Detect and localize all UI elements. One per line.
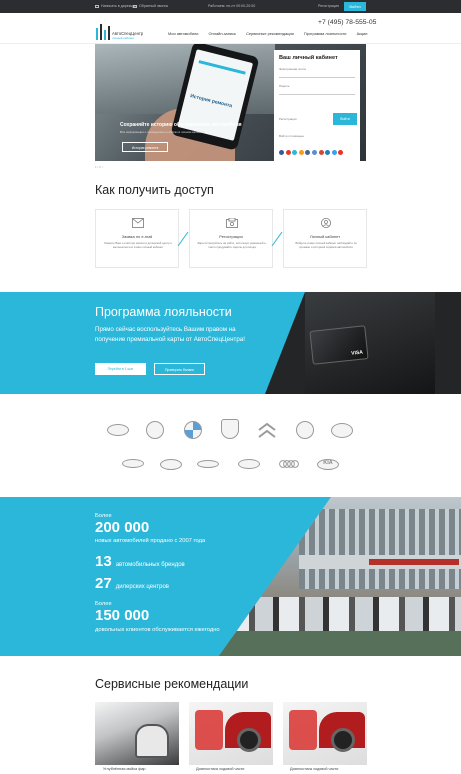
social-login-icons	[279, 142, 345, 160]
login-panel-title: Ваш личный кабинет	[279, 55, 338, 61]
social-login-icon[interactable]	[305, 150, 311, 155]
register-link[interactable]: Регистрация	[318, 4, 339, 8]
dealer-center-photo	[219, 497, 461, 656]
slider-pagination[interactable]: 1 / 3 >	[95, 165, 103, 169]
stat-sold-number: 200 000	[95, 519, 150, 536]
access-card-email: Заявка по e-mail Укажите Ваш e-mail при …	[95, 209, 179, 268]
header-phone[interactable]: +7 (495) 78-555-05	[318, 19, 376, 26]
nav-loyalty[interactable]: Программа лояльности	[304, 31, 347, 36]
registration-icon	[226, 218, 238, 228]
recommendation-image[interactable]	[95, 702, 179, 765]
recommendation-image[interactable]	[189, 702, 273, 765]
social-login-icon[interactable]	[279, 150, 284, 155]
social-login-icon[interactable]	[311, 150, 317, 155]
login-button[interactable]: Войти	[344, 2, 366, 11]
bmw-icon[interactable]	[181, 421, 205, 441]
skoda-icon[interactable]	[293, 421, 317, 441]
recommendation-title[interactable]: Углублённая мойка фар	[103, 767, 146, 771]
nav-service-recommendations[interactable]: Сервисные рекомендации	[246, 31, 294, 36]
loyalty-primary-button[interactable]: Перейти в 1 шаг	[95, 363, 146, 375]
stat-dealers: 27 дилерских центров	[95, 575, 169, 592]
social-login-icon[interactable]	[318, 150, 324, 155]
stat-clients-label: довольных клиентов обслуживается ежегодн…	[95, 627, 220, 633]
volkswagen-icon[interactable]	[143, 421, 167, 441]
social-login-icon[interactable]	[331, 150, 337, 155]
loyalty-section: VISA Программа лояльности Прямо сейчас в…	[0, 292, 461, 394]
recommendation-image[interactable]	[283, 702, 367, 765]
social-login-icon[interactable]	[338, 150, 344, 155]
porsche-icon[interactable]	[218, 419, 242, 439]
social-login-icon[interactable]	[325, 150, 331, 155]
loyalty-text: Прямо сейчас воспользуйтесь Вашим правом…	[95, 326, 245, 343]
cabinet-login-button[interactable]: Войти	[333, 113, 357, 125]
recommendation-title[interactable]: Диагностика ходовой части	[290, 767, 338, 771]
access-card-registration: Регистрация Зарегистрируйтесь на сайте, …	[189, 209, 273, 268]
hero-button[interactable]: История ремонта	[122, 142, 168, 152]
social-login-icon[interactable]	[298, 150, 304, 155]
main-nav: Мои автомобили Онлайн-запись Сервисные р…	[168, 31, 376, 36]
nav-offers[interactable]: Акции	[357, 31, 368, 36]
email-field[interactable]	[279, 71, 355, 78]
stats-section: Более 200 000 новых автомобилей продано …	[0, 497, 461, 656]
site-header: АвтоСпецЦентр личный кабинет +7 (495) 78…	[0, 13, 461, 44]
recommendations-title: Сервисные рекомендации	[95, 677, 249, 691]
top-bar: Написать в дирекцию Обратный звонок Рабо…	[0, 0, 461, 13]
work-time: Работаем: пн-пт 09:00-20:00	[208, 4, 256, 8]
access-card-cabinet: Личный кабинет Войдите в ваш личный каби…	[283, 209, 367, 268]
social-login-icon[interactable]	[285, 150, 291, 155]
mail-icon	[132, 218, 144, 228]
callback-link[interactable]: Обратный звонок	[133, 4, 168, 8]
logo-icon[interactable]	[95, 22, 111, 44]
jaguar-icon[interactable]	[121, 455, 145, 475]
access-title: Как получить доступ	[95, 183, 214, 197]
logo-text[interactable]: АвтоСпецЦентр личный кабинет	[112, 31, 143, 41]
stat-brands: 13 автомобильных брендов	[95, 553, 185, 570]
hyundai-icon[interactable]	[159, 455, 183, 475]
login-panel: Ваш личный кабинет Электронная почта Пар…	[274, 50, 360, 161]
mazda-icon[interactable]	[330, 421, 354, 441]
social-login-icon[interactable]	[292, 150, 298, 155]
loyalty-photo: VISA	[265, 292, 461, 394]
nav-my-cars[interactable]: Мои автомобили	[168, 31, 198, 36]
social-login-label: Войти с помощью	[279, 134, 304, 138]
password-field[interactable]	[279, 88, 355, 95]
infiniti-icon[interactable]	[237, 455, 261, 475]
user-icon	[321, 218, 331, 228]
nav-online-booking[interactable]: Онлайн-запись	[209, 31, 236, 36]
phone-icon	[133, 4, 137, 8]
loyalty-card-image: VISA	[309, 325, 369, 365]
step-divider	[177, 232, 189, 246]
loyalty-title: Программа лояльности	[95, 305, 232, 319]
mini-icon[interactable]	[196, 455, 220, 475]
recommendation-title[interactable]: Диагностика ходовой части	[196, 767, 244, 771]
mail-icon	[95, 4, 99, 8]
kia-icon[interactable]: KIA	[316, 455, 340, 475]
stat-clients-number: 150 000	[95, 607, 150, 624]
nissan-icon[interactable]	[106, 421, 130, 441]
hero-caption: Сохраняйте историю обслуживания автомоби…	[120, 122, 242, 128]
stat-sold-label: новых автомобилей продано с 2007 года	[95, 538, 206, 544]
feedback-link[interactable]: Написать в дирекцию	[95, 4, 137, 8]
hero-subcaption: Вся информация о проведённых работах в л…	[120, 130, 205, 134]
citroen-icon[interactable]	[255, 421, 279, 441]
loyalty-secondary-button[interactable]: Проверить баланс	[154, 363, 205, 375]
cabinet-register-link[interactable]: Регистрация	[279, 113, 297, 125]
step-divider	[271, 232, 283, 246]
audi-icon[interactable]	[277, 455, 301, 475]
